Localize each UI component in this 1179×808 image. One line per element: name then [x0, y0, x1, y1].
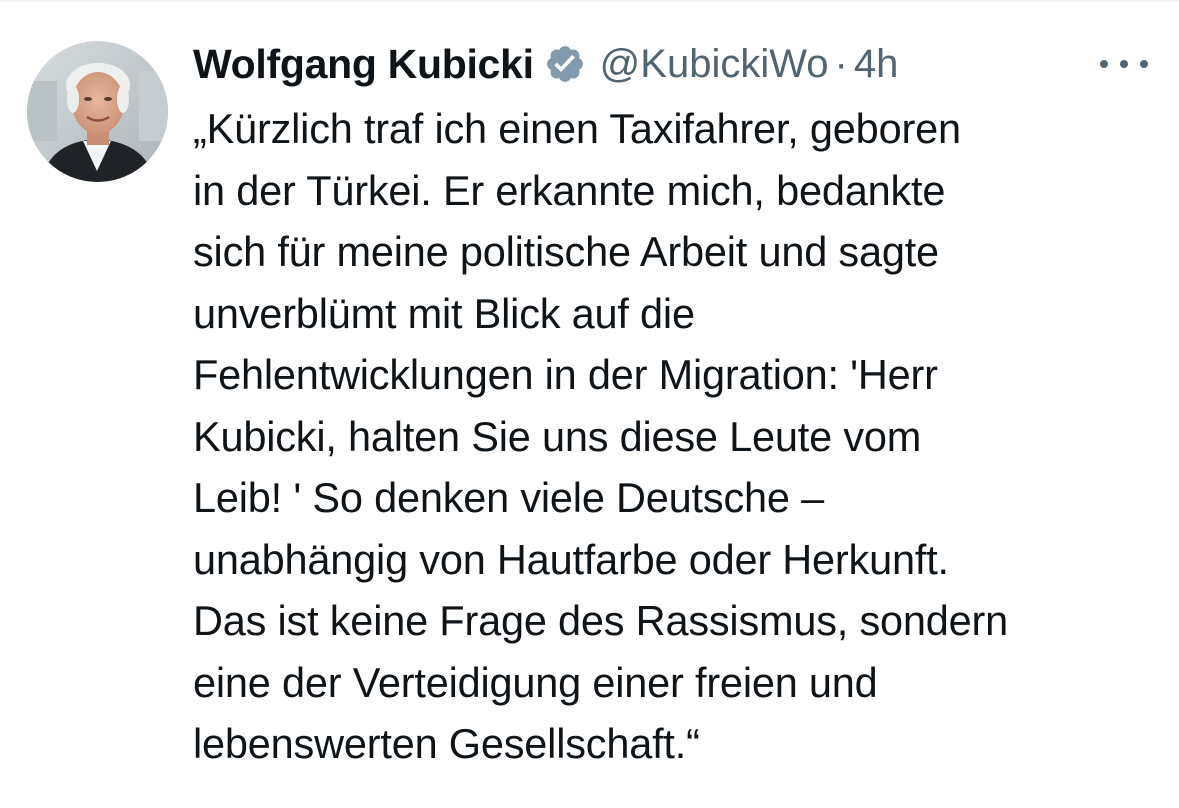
tweet-text-line: Fehlentwicklungen in der Migration: 'Her… — [193, 351, 938, 398]
tweet-header: Wolfgang Kubicki @KubickiWo · 4h — [193, 34, 898, 94]
author-name[interactable]: Wolfgang Kubicki — [193, 41, 534, 88]
tweet-text-line: lebenswerten Gesellschaft.“ — [193, 720, 700, 767]
tweet-text: „Kürzlich traf ich einen Taxifahrer, geb… — [193, 98, 1168, 775]
separator-dot: · — [834, 41, 848, 86]
more-dot — [1120, 60, 1128, 68]
tweet-text-line: Kubicki, halten Sie uns diese Leute vom — [193, 412, 922, 460]
tweet-text-line: sich für meine politische Arbeit und sag… — [193, 228, 939, 275]
timestamp[interactable]: 4h — [854, 42, 899, 87]
tweet-text-line: eine der Verteidigung einer freien und — [193, 658, 878, 706]
tweet-text-line: „Kürzlich traf ich einen Taxifahrer, geb… — [193, 105, 961, 152]
author-handle[interactable]: @KubickiWo — [600, 42, 829, 87]
more-dot — [1100, 60, 1108, 68]
tweet-text-line: in der Türkei. Er erkannte mich, bedankt… — [193, 166, 946, 214]
tweet[interactable]: Wolfgang Kubicki @KubickiWo · 4h „Kürzli… — [0, 0, 1179, 808]
verified-badge-icon[interactable] — [544, 43, 586, 85]
more-horizontal-icon[interactable] — [1100, 44, 1148, 84]
more-dot — [1140, 60, 1148, 68]
tweet-text-line: Leib! ' So denken viele Deutsche – — [193, 474, 824, 521]
tweet-text-line: unabhängig von Hautfarbe oder Herkunft. — [193, 535, 949, 583]
tweet-text-line: Das ist keine Frage des Rassismus, sonde… — [193, 597, 1009, 644]
avatar[interactable] — [27, 41, 168, 182]
tweet-text-line: unverblümt mit Blick auf die — [193, 289, 695, 337]
